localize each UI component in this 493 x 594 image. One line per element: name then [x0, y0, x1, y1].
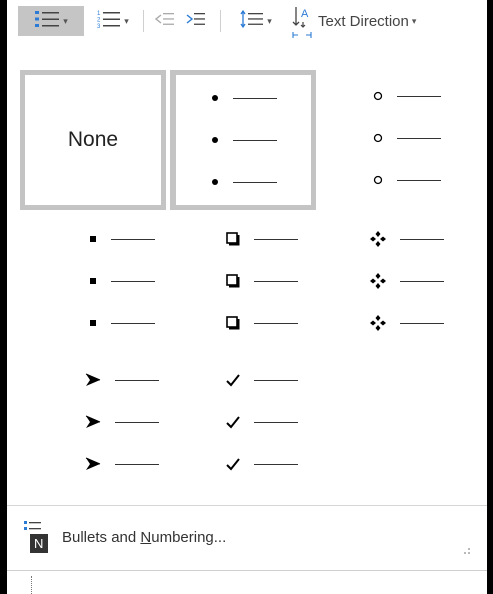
bullet-option-checkmark[interactable] — [197, 354, 327, 490]
bullet-option-arrowhead[interactable] — [57, 354, 187, 490]
increase-indent-icon — [186, 10, 206, 33]
bullets-button[interactable]: ▾ — [18, 6, 84, 36]
bullet-option-filled-circle[interactable] — [170, 70, 316, 210]
bottom-edge — [7, 570, 487, 571]
bullet-line — [226, 369, 298, 391]
bullet-line — [211, 129, 277, 151]
bullet-line — [226, 312, 298, 334]
ruler-tick — [31, 576, 33, 594]
bullets-and-numbering-menu-item[interactable]: N Bullets and Numbering... — [7, 508, 487, 566]
line-spacing-icon — [240, 9, 264, 34]
bullet-line — [373, 85, 441, 107]
svg-text:3: 3 — [97, 24, 101, 30]
bullet-line — [85, 453, 159, 475]
bullets-numbering-icon: N — [24, 520, 50, 554]
decrease-indent-icon — [154, 10, 175, 33]
decrease-indent-button[interactable] — [150, 6, 180, 36]
bullet-line — [373, 169, 441, 191]
bullet-line — [89, 228, 155, 250]
bullets-icon — [34, 8, 60, 35]
bullet-line — [370, 270, 444, 292]
bullet-line — [226, 228, 298, 250]
menu-divider — [7, 505, 487, 506]
bullet-line — [89, 312, 155, 334]
numbering-icon: 1 2 3 — [97, 8, 121, 35]
increase-indent-button[interactable] — [181, 6, 211, 36]
bullet-line — [226, 453, 298, 475]
resize-grip-icon[interactable] — [463, 542, 471, 560]
bullets-and-numbering-label: Bullets and Numbering... — [62, 528, 227, 546]
text-direction-button[interactable]: A Text Direction ▾ — [292, 6, 472, 38]
paragraph-ribbon: ▾ 1 2 3 ▾ ▾ A Text Direction ▾ — [7, 0, 487, 58]
bullet-line — [85, 411, 159, 433]
bullet-line — [370, 228, 444, 250]
bullet-option-none[interactable]: None — [20, 70, 166, 210]
bullet-line — [89, 270, 155, 292]
text-direction-icon: A — [292, 0, 312, 44]
bullet-line — [211, 171, 277, 193]
ribbon-separator — [143, 10, 144, 32]
ribbon-separator — [220, 10, 221, 32]
bullet-line — [226, 411, 298, 433]
line-spacing-button[interactable]: ▾ — [233, 6, 279, 36]
numbering-button[interactable]: 1 2 3 ▾ — [86, 6, 140, 36]
svg-text:A: A — [301, 8, 309, 20]
bullets-dropdown-caret[interactable]: ▾ — [63, 16, 68, 27]
bullet-option-filled-square[interactable] — [57, 213, 187, 349]
bullet-line — [370, 312, 444, 334]
bullet-option-hollow-square[interactable] — [197, 213, 327, 349]
svg-text:2: 2 — [97, 17, 101, 23]
window-edge — [0, 0, 7, 594]
bullet-line — [211, 87, 277, 109]
bullet-option-hollow-circle[interactable] — [342, 70, 472, 206]
text-direction-label: Text Direction — [318, 12, 409, 30]
text-direction-dropdown-caret[interactable]: ▾ — [412, 16, 417, 27]
bullets-numbering-icon-letter: N — [34, 536, 44, 551]
line-spacing-dropdown-caret[interactable]: ▾ — [267, 16, 272, 27]
numbering-dropdown-caret[interactable]: ▾ — [124, 16, 129, 27]
bullet-line — [373, 127, 441, 149]
bullet-line — [85, 369, 159, 391]
bullet-line — [226, 270, 298, 292]
bullet-option-four-diamond[interactable] — [342, 213, 472, 349]
none-label: None — [67, 128, 119, 151]
bullets-dropdown-window: ▾ 1 2 3 ▾ ▾ A Text Direction ▾ None N Bu… — [0, 0, 487, 594]
svg-text:1: 1 — [97, 11, 101, 17]
